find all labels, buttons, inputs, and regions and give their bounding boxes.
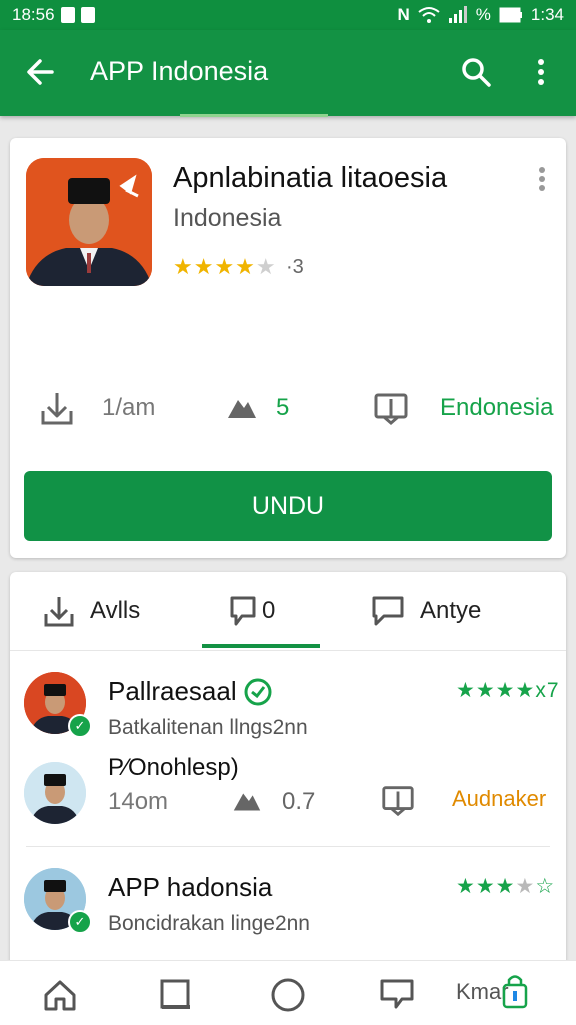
app-name: Apnlabinatia litaoesia <box>173 162 448 194</box>
tab-comments[interactable]: 0 <box>228 586 275 636</box>
status-time: 1:34 <box>530 5 564 24</box>
signal-icon <box>448 6 467 23</box>
review-stat-downloads: 14om <box>108 788 169 815</box>
review-subtitle: Boncidrakan linge2nn <box>108 912 310 935</box>
circle-icon[interactable] <box>268 975 308 1015</box>
download-icon <box>44 597 74 627</box>
rocket-icon <box>228 400 256 418</box>
stat-category-value[interactable]: Endonesia <box>440 394 553 422</box>
wifi-icon <box>418 7 440 23</box>
comment-icon <box>230 596 256 626</box>
review-stat-category[interactable]: Audnaker <box>452 786 546 812</box>
verified-badge-icon <box>244 678 272 706</box>
chat-icon <box>372 596 404 626</box>
verified-check-icon: ✓ <box>68 910 92 934</box>
tab-chat[interactable]: Antye <box>370 586 481 636</box>
stat-rank: 5 <box>224 388 289 428</box>
install-button[interactable]: UNDU <box>24 471 552 541</box>
tab-downloads[interactable]: Avlls <box>42 586 140 636</box>
app-icon <box>26 158 152 286</box>
review-author[interactable]: Pallraesaal <box>108 676 237 707</box>
review-stars: ★★★★x7 <box>456 679 560 702</box>
stat-rank-value: 5 <box>276 394 290 421</box>
more-vert-icon[interactable] <box>534 164 550 194</box>
review-stat-rank: 0.7 <box>282 788 316 815</box>
notification-icon-2 <box>80 7 95 23</box>
tab-comments-label: 0 <box>262 597 276 624</box>
stat-downloads: 1/am <box>38 388 155 428</box>
tab-chat-label: Antye <box>420 597 482 624</box>
back-arrow-icon[interactable] <box>22 54 58 90</box>
review-stars-suffix: ☆ <box>535 875 556 898</box>
app-rating-value: ·3 <box>286 256 304 278</box>
review-author[interactable]: APP hadonsia <box>108 872 272 903</box>
review-stars-suffix: x7 <box>535 679 560 702</box>
app-bar: APP Indonesia <box>0 30 576 116</box>
download-icon <box>41 393 73 425</box>
apps-icon[interactable] <box>156 975 196 1015</box>
notification-icon <box>60 7 75 23</box>
chat-icon[interactable] <box>378 975 418 1015</box>
home-icon[interactable] <box>40 975 80 1015</box>
stat-category: Endonesia <box>372 388 553 428</box>
battery-icon <box>499 7 522 23</box>
stat-downloads-value: 1/am <box>102 394 156 421</box>
avatar[interactable] <box>24 762 86 824</box>
more-vert-icon[interactable] <box>526 54 556 90</box>
divider <box>26 846 550 847</box>
app-developer[interactable]: Indonesia <box>173 204 281 233</box>
tab-downloads-label: Avlls <box>90 597 141 624</box>
reviews-card: Avlls 0 Antye ✓ Pallraesaal ★★★★x7 Batka… <box>10 572 566 1024</box>
review-author[interactable]: P⁄Onohlesp) <box>108 754 239 782</box>
chat-icon <box>382 786 414 817</box>
lock-icon <box>502 975 528 1009</box>
divider <box>10 650 566 651</box>
battery-percent: % <box>475 5 491 24</box>
active-tab-indicator <box>202 644 320 648</box>
rocket-icon <box>233 793 261 811</box>
status-left-text: 18:56 <box>12 5 55 24</box>
bottom-nav: Kmar <box>0 960 576 1025</box>
verified-check-icon: ✓ <box>68 714 92 738</box>
app-bar-title: APP Indonesia <box>90 56 269 86</box>
review-subtitle: Batkalitenan llngs2nn <box>108 716 308 739</box>
app-bar-indicator <box>180 114 328 117</box>
search-icon[interactable] <box>458 54 494 90</box>
network-indicator: N <box>397 5 410 24</box>
review-stars: ★★★★☆ <box>456 875 556 898</box>
app-rating-stars: ★★★★★ <box>173 254 277 279</box>
status-bar: 18:56 N % 1:34 <box>0 0 576 30</box>
app-details-card: Apnlabinatia litaoesia Indonesia ★★★★★ ·… <box>10 138 566 558</box>
category-icon <box>374 393 408 425</box>
